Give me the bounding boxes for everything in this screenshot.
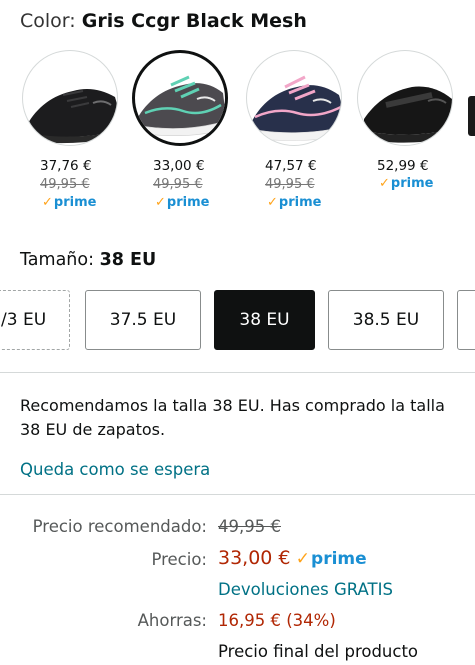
swatch-price: 33,00 € [153,158,205,174]
color-swatch-grey-mint[interactable] [132,50,228,146]
black-sneaker-image [27,89,117,144]
swatch-old-price: 49,95 € [40,177,90,192]
size-selection-label: Tamaño: 38 EU [20,250,156,270]
color-swatch-black[interactable] [22,50,118,146]
prime-check-icon: ✓ [267,195,278,210]
rrp-value: 49,95 € [218,517,281,536]
prime-badge: ✓prime [379,176,434,191]
swatch-price: 52,99 € [377,158,429,174]
navy-sneaker-image [250,75,341,141]
prime-badge: ✓prime [42,195,97,210]
rrp-label: Precio recomendado: [32,517,207,536]
size-option-partial-right[interactable] [457,290,475,350]
color-value: Gris Ccgr Black Mesh [81,10,307,32]
prime-check-icon: ✓ [295,549,311,569]
prime-check-icon: ✓ [42,195,53,210]
swatch-price: 37,76 € [40,158,92,174]
prime-badge: ✓prime [155,195,210,210]
price-value: 33,00 € [218,547,291,569]
price-row: 33,00 € ✓prime [218,547,367,569]
size-option-38-selected[interactable]: 38 EU [214,290,315,350]
price-label: Precio: [151,550,207,569]
size-value: 38 EU [99,250,157,270]
free-returns-link[interactable]: Devoluciones GRATIS [218,580,393,599]
final-price-note: Precio final del producto [218,642,419,661]
color-swatch-navy-pink[interactable] [246,50,342,146]
color-selection-label: Color: Gris Ccgr Black Mesh [20,10,307,32]
prime-badge: ✓prime [267,195,322,210]
prime-check-icon: ✓ [155,195,166,210]
size-label: Tamaño: [20,250,94,270]
swatch-old-price: 49,95 € [153,177,203,192]
color-label: Color: [20,10,76,32]
color-swatch-partial[interactable] [468,96,475,136]
grey-sneaker-image [136,75,225,136]
prime-badge: ✓prime [295,549,367,569]
divider [0,494,475,495]
swatch-old-price: 49,95 € [265,177,315,192]
size-option-partial[interactable]: /3 EU [0,290,70,350]
savings-label: Ahorras: [137,611,207,630]
black-slipon-image [364,86,452,143]
savings-value: 16,95 € (34%) [218,611,336,630]
divider [0,372,475,373]
size-option-37-5[interactable]: 37.5 EU [85,290,201,350]
size-option-38-5[interactable]: 38.5 EU [328,290,444,350]
waitlist-link[interactable]: Queda como se espera [20,460,210,479]
prime-check-icon: ✓ [379,176,390,191]
color-swatch-black-slipon[interactable] [357,50,453,146]
swatch-price: 47,57 € [265,158,317,174]
size-recommendation-text: Recomendamos la talla 38 EU. Has comprad… [20,396,445,439]
